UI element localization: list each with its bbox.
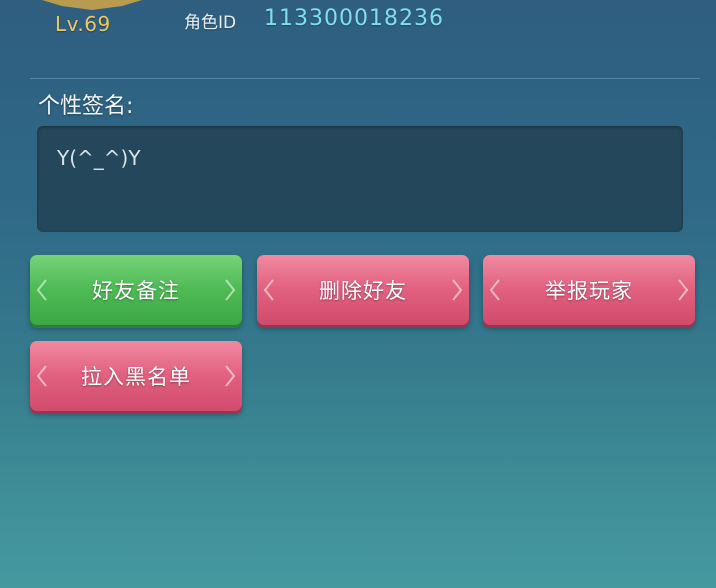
chevron-left-deco-icon [263,279,274,301]
delete-friend-label: 删除好友 [319,279,407,303]
friend-note-button[interactable]: 好友备注 [30,255,242,325]
player-level: Lv.69 [55,12,111,36]
report-player-button[interactable]: 举报玩家 [483,255,695,325]
friend-note-label: 好友备注 [92,279,180,303]
chevron-left-deco-icon [36,365,47,387]
chevron-right-deco-icon [225,279,236,301]
signature-box: Y(^_^)Y [37,126,683,232]
chevron-right-deco-icon [225,365,236,387]
chevron-right-deco-icon [452,279,463,301]
chevron-left-deco-icon [489,279,500,301]
role-id-value: 113300018236 [264,6,444,31]
profile-header: Lv.69 角色ID 113300018236 [0,0,716,78]
role-id-label: 角色ID [184,13,237,33]
signature-text: Y(^_^)Y [57,146,141,170]
blacklist-button[interactable]: 拉入黑名单 [30,341,242,411]
delete-friend-button[interactable]: 删除好友 [257,255,469,325]
report-player-label: 举报玩家 [545,279,633,303]
chevron-left-deco-icon [36,279,47,301]
divider [30,78,700,79]
signature-label: 个性签名: [38,94,134,119]
chevron-right-deco-icon [678,279,689,301]
blacklist-label: 拉入黑名单 [81,365,191,389]
